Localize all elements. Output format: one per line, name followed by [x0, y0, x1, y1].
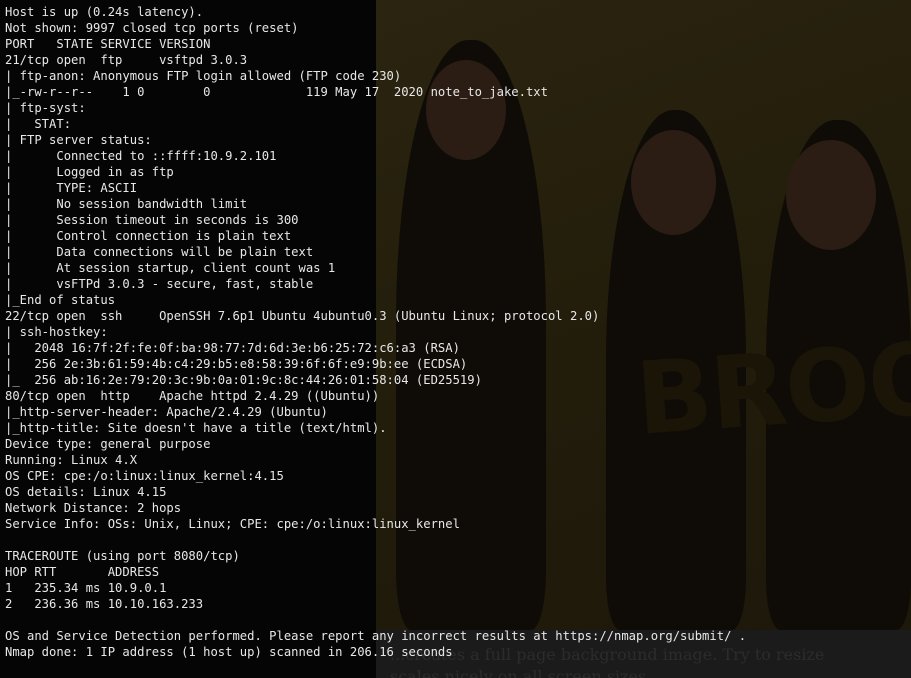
terminal-output[interactable]: Host is up (0.24s latency). Not shown: 99… — [0, 0, 911, 678]
terminal-line: | Connected to ::ffff:10.9.2.101 — [5, 149, 277, 163]
terminal-line: | ftp-syst: — [5, 101, 86, 115]
terminal-line: TRACEROUTE (using port 8080/tcp) — [5, 549, 240, 563]
terminal-line: | Control connection is plain text — [5, 229, 292, 243]
terminal-line: 80/tcp open http Apache httpd 2.4.29 ((U… — [5, 389, 380, 403]
terminal-line: | vsFTPd 3.0.3 - secure, fast, stable — [5, 277, 314, 291]
terminal-line: |_http-server-header: Apache/2.4.29 (Ubu… — [5, 405, 328, 419]
terminal-line: Service Info: OSs: Unix, Linux; CPE: cpe… — [5, 517, 460, 531]
terminal-line: Nmap done: 1 IP address (1 host up) scan… — [5, 645, 453, 659]
terminal-line: | No session bandwidth limit — [5, 197, 248, 211]
terminal-line: | 2048 16:7f:2f:fe:0f:ba:98:77:7d:6d:3e:… — [5, 341, 460, 355]
terminal-line: 2 236.36 ms 10.10.163.233 — [5, 597, 204, 611]
terminal-line: |_-rw-r--r-- 1 0 0 119 May 17 2020 note_… — [5, 85, 548, 99]
terminal-line: |_ 256 ab:16:2e:79:20:3c:9b:0a:01:9c:8c:… — [5, 373, 482, 387]
terminal-line: PORT STATE SERVICE VERSION — [5, 37, 211, 51]
terminal-line: | Data connections will be plain text — [5, 245, 314, 259]
terminal-line: | 256 2e:3b:61:59:4b:c4:29:b5:e8:58:39:6… — [5, 357, 468, 371]
terminal-line: | ssh-hostkey: — [5, 325, 108, 339]
terminal-line: | Session timeout in seconds is 300 — [5, 213, 299, 227]
terminal-line: HOP RTT ADDRESS — [5, 565, 160, 579]
terminal-line: OS CPE: cpe:/o:linux:linux_kernel:4.15 — [5, 469, 284, 483]
terminal-line: 1 235.34 ms 10.9.0.1 — [5, 581, 167, 595]
terminal-line: Running: Linux 4.X — [5, 453, 138, 467]
terminal-line: OS and Service Detection performed. Plea… — [5, 629, 747, 643]
terminal-line: 21/tcp open ftp vsftpd 3.0.3 — [5, 53, 248, 67]
terminal-line: Not shown: 9997 closed tcp ports (reset) — [5, 21, 299, 35]
terminal-line: Host is up (0.24s latency). — [5, 5, 204, 19]
terminal-line: | Logged in as ftp — [5, 165, 174, 179]
terminal-line: Network Distance: 2 hops — [5, 501, 182, 515]
terminal-line: OS details: Linux 4.15 — [5, 485, 167, 499]
terminal-line: |_http-title: Site doesn't have a title … — [5, 421, 387, 435]
terminal-line: 22/tcp open ssh OpenSSH 7.6p1 Ubuntu 4ub… — [5, 309, 600, 323]
terminal-line: | STAT: — [5, 117, 72, 131]
terminal-line: | ftp-anon: Anonymous FTP login allowed … — [5, 69, 402, 83]
terminal-line: | FTP server status: — [5, 133, 152, 147]
terminal-line: | At session startup, client count was 1 — [5, 261, 336, 275]
terminal-line: Device type: general purpose — [5, 437, 211, 451]
terminal-line: | TYPE: ASCII — [5, 181, 138, 195]
terminal-line: |_End of status — [5, 293, 116, 307]
